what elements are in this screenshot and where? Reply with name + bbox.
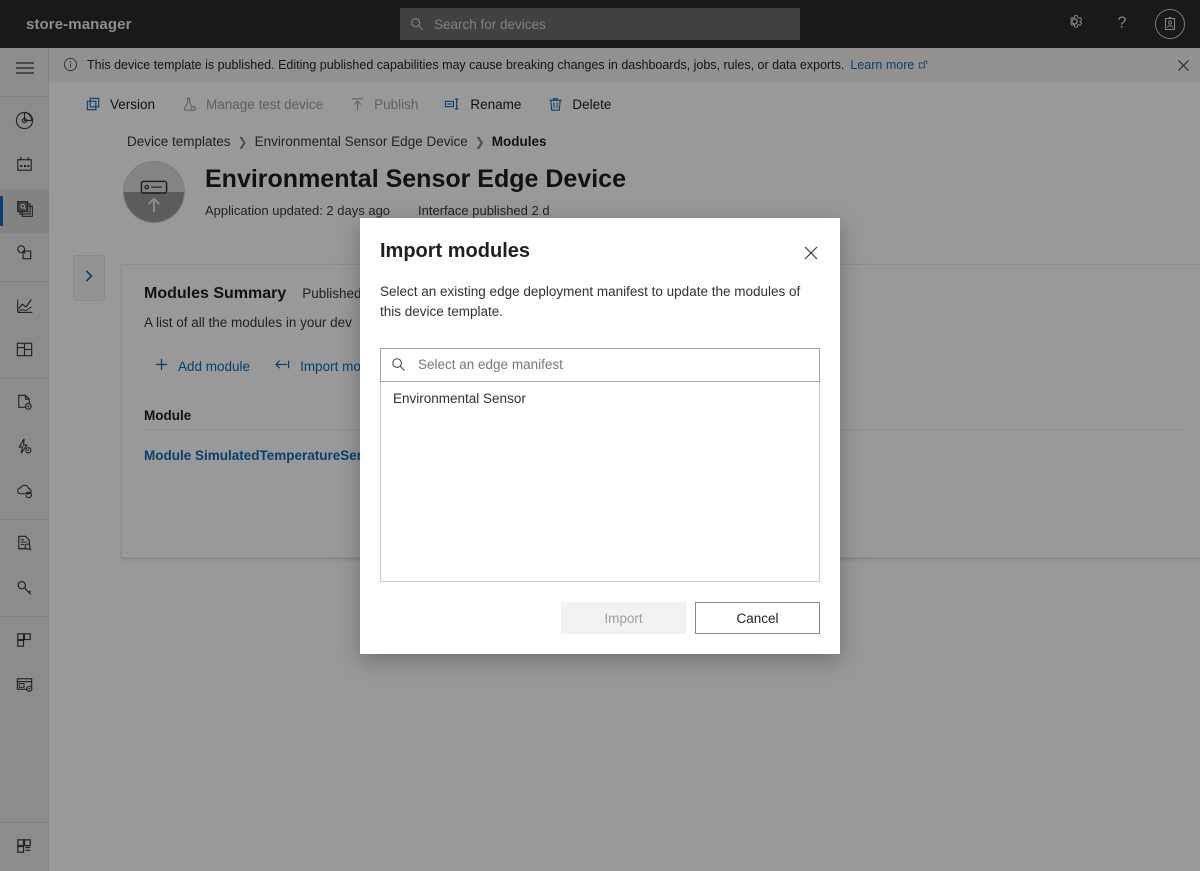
- dialog-footer: Import Cancel: [380, 602, 820, 634]
- cancel-button[interactable]: Cancel: [695, 602, 820, 634]
- search-icon: [391, 357, 406, 372]
- close-icon: [803, 245, 819, 266]
- edge-manifest-search-input[interactable]: [416, 356, 809, 373]
- list-item[interactable]: Environmental Sensor: [381, 382, 819, 415]
- dialog-title: Import modules: [380, 240, 820, 263]
- import-modules-dialog: Import modules Select an existing edge d…: [360, 218, 840, 654]
- dialog-description: Select an existing edge deployment manif…: [380, 282, 820, 323]
- edge-manifest-search-box[interactable]: [380, 348, 820, 382]
- dialog-close-button[interactable]: [796, 240, 826, 270]
- import-button[interactable]: Import: [561, 602, 686, 634]
- edge-manifest-option-list[interactable]: Environmental Sensor: [380, 382, 820, 582]
